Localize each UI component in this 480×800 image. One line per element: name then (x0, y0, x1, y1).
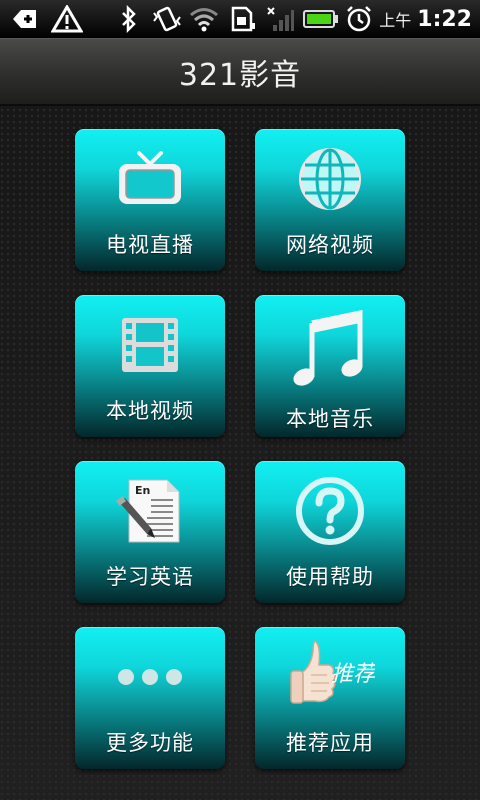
status-ampm: 上午 (379, 11, 412, 30)
tile-label: 使用帮助 (286, 565, 374, 589)
menu-tile-local-music[interactable]: 本地音乐 (255, 295, 405, 437)
status-bar: 上午 1:22 (0, 0, 480, 38)
signal-icon (264, 4, 296, 34)
tile-label: 更多功能 (106, 731, 194, 755)
menu-tile-learn-english[interactable]: En 学习英语 (75, 461, 225, 603)
tile-label: 学习英语 (106, 565, 194, 589)
globe-icon (255, 143, 405, 215)
more-dots-icon (75, 641, 225, 713)
bluetooth-icon (118, 4, 140, 34)
title-bar: 321影音 (0, 38, 480, 106)
menu-tile-help[interactable]: 使用帮助 (255, 461, 405, 603)
usb-debug-icon (10, 4, 40, 34)
battery-icon (302, 4, 340, 34)
status-time: 1:22 (417, 6, 472, 32)
tile-label: 推荐应用 (286, 731, 374, 755)
film-icon (75, 309, 225, 381)
help-question-icon (255, 475, 405, 547)
menu-tile-recommended-apps[interactable]: 推荐 推荐应用 (255, 627, 405, 769)
svg-text:En: En (135, 484, 150, 497)
sim-icon (228, 4, 258, 34)
thumbs-up-icon: 推荐 (255, 637, 405, 723)
menu-tile-more[interactable]: 更多功能 (75, 627, 225, 769)
menu-tile-web-video[interactable]: 网络视频 (255, 129, 405, 271)
english-dictionary-icon: En (75, 475, 225, 547)
alarm-icon (344, 4, 374, 34)
menu-tile-local-video[interactable]: 本地视频 (75, 295, 225, 437)
wifi-icon (188, 4, 220, 34)
vibrate-icon (150, 4, 184, 34)
music-note-icon (255, 307, 405, 391)
tile-label: 本地视频 (106, 399, 194, 423)
tile-label: 电视直播 (106, 233, 194, 257)
app-title: 321影音 (178, 57, 302, 93)
tile-label: 本地音乐 (286, 407, 374, 431)
warning-icon (50, 4, 84, 34)
tv-icon (75, 143, 225, 215)
tile-label: 网络视频 (286, 233, 374, 257)
menu-tile-tv-live[interactable]: 电视直播 (75, 129, 225, 271)
recommend-badge-text: 推荐 (331, 662, 375, 687)
